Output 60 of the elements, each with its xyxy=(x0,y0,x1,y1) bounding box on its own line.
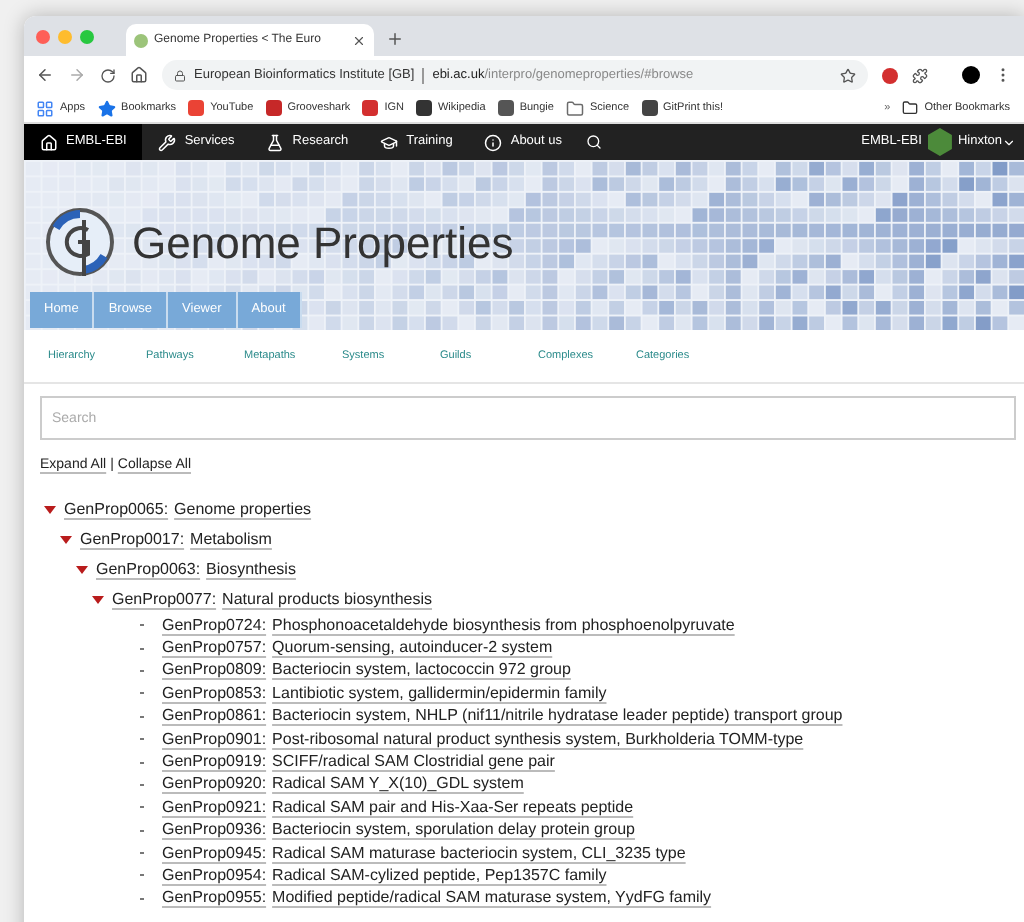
property-id-link[interactable]: GenProp0724: xyxy=(162,613,267,638)
property-id-link[interactable]: GenProp0853: xyxy=(162,681,267,706)
property-name-link[interactable]: Modified peptide/radical SAM maturase system, YydFG family xyxy=(272,886,712,911)
home-icon xyxy=(40,133,58,151)
flask-icon xyxy=(266,133,285,151)
property-id-link[interactable]: GenProp0921: xyxy=(162,795,267,820)
property-id-link[interactable]: GenProp0861: xyxy=(162,704,267,729)
expanded-triangle-icon[interactable] xyxy=(60,535,72,543)
caret-icon[interactable] xyxy=(1002,135,1016,149)
home-icon[interactable] xyxy=(130,66,148,84)
property-id-link[interactable]: GenProp0809: xyxy=(162,658,267,683)
new-tab-icon[interactable] xyxy=(386,30,404,48)
property-name-link[interactable]: Bacteriocin system, lactococcin 972 group xyxy=(272,658,571,683)
reload-icon[interactable] xyxy=(100,67,116,83)
info-icon xyxy=(484,133,503,151)
property-name-link[interactable]: Quorum-sensing, autoinducer-2 system xyxy=(272,636,553,661)
wrench-icon xyxy=(158,133,177,151)
property-id-link[interactable]: GenProp0757: xyxy=(162,636,267,661)
property-name-link[interactable]: Phosphonoacetaldehyde biosynthesis from phosphoenolpyruvate xyxy=(272,613,735,638)
property-name-link[interactable]: Natural products biosynthesis xyxy=(222,587,432,611)
search-icon[interactable] xyxy=(586,134,603,150)
property-name-link[interactable]: Metabolism xyxy=(190,527,272,551)
property-id-link[interactable]: GenProp0077: xyxy=(112,587,217,611)
back-icon[interactable] xyxy=(36,66,54,84)
hexagon-logo-icon xyxy=(927,128,952,156)
property-name-link[interactable]: Post-ribosomal natural product synthesis system, Burkholderia TOMM-type xyxy=(272,727,804,752)
property-name-link[interactable]: Radical SAM Y_X(10)_GDL system xyxy=(272,772,524,797)
puzzle-icon[interactable] xyxy=(912,67,928,83)
property-id-link[interactable]: GenProp0901: xyxy=(162,727,267,752)
property-id-link[interactable]: GenProp0945: xyxy=(162,841,267,866)
expanded-triangle-icon[interactable] xyxy=(92,595,104,603)
bookmark-star-icon[interactable] xyxy=(840,67,856,83)
close-tab-icon[interactable] xyxy=(352,33,366,47)
folder-icon xyxy=(902,100,919,116)
property-name-link[interactable]: SCIFF/radical SAM Clostridial gene pair xyxy=(272,750,555,775)
property-name-link[interactable]: Genome properties xyxy=(174,497,312,521)
expanded-triangle-icon[interactable] xyxy=(44,505,56,513)
property-name-link[interactable]: Bacteriocin system, NHLP (nif11/nitrile hydratase leader peptide) transport group xyxy=(272,704,843,729)
property-id-link[interactable]: GenProp0017: xyxy=(80,527,185,551)
property-name-link[interactable]: Radical SAM-cylized peptide, Pep1357C family xyxy=(272,864,607,888)
lock-icon xyxy=(174,69,186,81)
gp-logo-icon xyxy=(40,204,120,280)
property-id-link[interactable]: GenProp0920: xyxy=(162,772,267,797)
property-name-link[interactable]: Lantibiotic system, gallidermin/epidermin family xyxy=(272,681,607,706)
property-name-link[interactable]: Biosynthesis xyxy=(206,557,296,581)
property-name-link[interactable]: Bacteriocin system, sporulation delay protein group xyxy=(272,818,635,843)
property-id-link[interactable]: GenProp0936: xyxy=(162,818,267,843)
property-name-link[interactable]: Radical SAM pair and His-Xaa-Ser repeats peptide xyxy=(272,795,634,820)
property-id-link[interactable]: GenProp0919: xyxy=(162,750,267,775)
extension-icon[interactable] xyxy=(882,67,898,83)
property-id-link[interactable]: GenProp0063: xyxy=(96,557,201,581)
property-id-link[interactable]: GenProp0065: xyxy=(64,497,169,521)
favicon-icon xyxy=(134,33,148,47)
site-title: Genome Properties xyxy=(132,215,514,272)
expanded-triangle-icon[interactable] xyxy=(76,565,88,573)
graduation-cap-icon xyxy=(380,133,399,151)
property-name-link[interactable]: Radical SAM maturase bacteriocin system, CLI_3235 type xyxy=(272,841,686,866)
property-id-link[interactable]: GenProp0954: xyxy=(162,864,267,888)
profile-avatar[interactable] xyxy=(962,66,980,84)
property-id-link[interactable]: GenProp0955: xyxy=(162,886,267,911)
